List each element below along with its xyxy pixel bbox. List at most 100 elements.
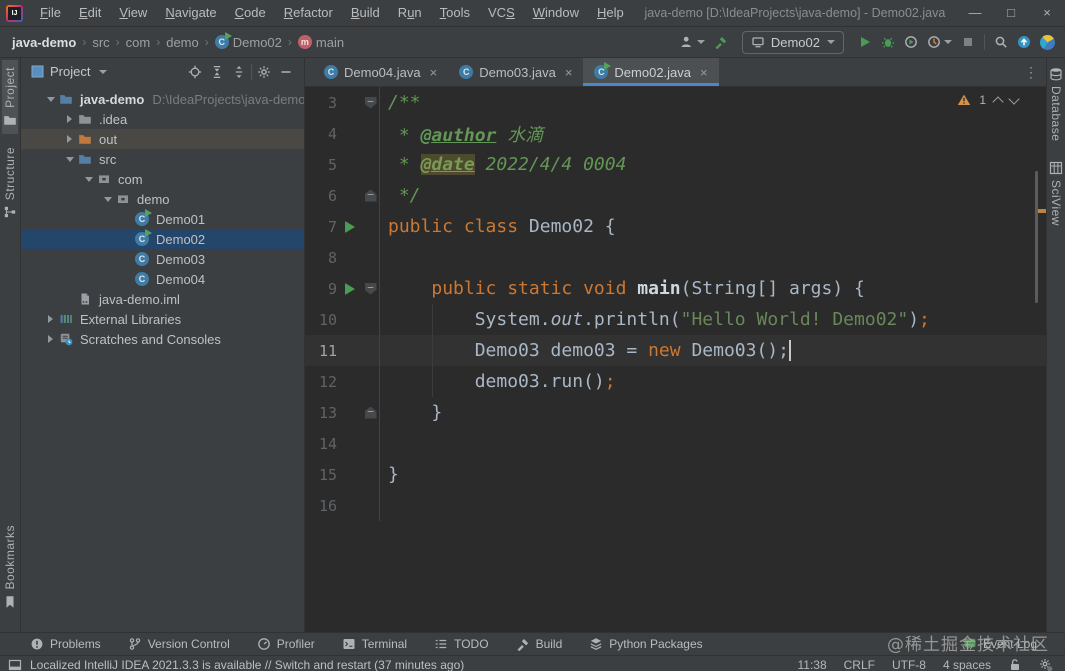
line-number[interactable]: 13 <box>305 404 337 422</box>
toolwindow-python-packages[interactable]: Python Packages <box>589 637 703 651</box>
project-panel-title[interactable]: Project <box>50 64 90 79</box>
run-gutter-icon[interactable] <box>337 220 362 233</box>
unlock-icon[interactable] <box>1008 658 1022 671</box>
menu-window[interactable]: Window <box>524 0 588 26</box>
locate-button[interactable] <box>185 62 205 82</box>
minus-button[interactable] <box>276 62 296 82</box>
breadcrumb-item-src[interactable]: src <box>92 35 109 50</box>
menu-navigate[interactable]: Navigate <box>156 0 225 26</box>
toolwindow-build[interactable]: Build <box>516 637 562 651</box>
editor-line-7[interactable]: 7 public class Demo02 { <box>305 211 1046 242</box>
fold-open-icon[interactable]: − <box>362 282 379 295</box>
toolbox-button[interactable] <box>1040 34 1055 50</box>
line-number[interactable]: 3 <box>305 94 337 112</box>
toolwindow-profiler[interactable]: Profiler <box>257 637 315 651</box>
line-number[interactable]: 12 <box>305 373 337 391</box>
update-button[interactable] <box>1017 35 1031 49</box>
menu-help[interactable]: Help <box>588 0 633 26</box>
run-config-selector[interactable]: Demo02 <box>741 30 844 54</box>
encoding-selector[interactable]: UTF-8 <box>892 658 926 671</box>
next-problem-icon[interactable] <box>1008 92 1020 105</box>
stripe-tab-project[interactable]: Project <box>2 60 18 134</box>
menu-tools[interactable]: Tools <box>431 0 479 26</box>
coverage-button[interactable] <box>904 35 918 49</box>
indent-selector[interactable]: 4 spaces <box>943 658 991 671</box>
more-tabs-icon[interactable]: ⋮ <box>1024 58 1038 86</box>
line-number[interactable]: 8 <box>305 249 337 267</box>
fold-end-icon[interactable]: − <box>362 406 379 419</box>
editor-line-13[interactable]: 13 − } <box>305 397 1046 428</box>
breadcrumb-item-java-demo[interactable]: java-demo <box>12 35 76 50</box>
tree-item-demo03[interactable]: C Demo03 <box>21 249 304 269</box>
menu-view[interactable]: View <box>110 0 156 26</box>
line-number[interactable]: 14 <box>305 435 337 453</box>
close-icon[interactable]: × <box>430 65 438 80</box>
chevron-down-icon[interactable] <box>99 69 108 74</box>
editor-line-3[interactable]: 3 −/** <box>305 87 1046 118</box>
tree-item-java-demo[interactable]: java-demo D:\IdeaProjects\java-demo <box>21 89 304 109</box>
close-icon[interactable]: × <box>700 65 708 80</box>
menu-edit[interactable]: Edit <box>70 0 110 26</box>
line-number[interactable]: 16 <box>305 497 337 515</box>
fold-open-icon[interactable]: − <box>362 96 379 109</box>
debug-button[interactable] <box>881 35 895 49</box>
breadcrumb-item-demo02[interactable]: C Demo02 <box>214 32 282 50</box>
minimize-button[interactable]: — <box>957 0 993 26</box>
chevron-open-icon[interactable] <box>43 96 58 102</box>
expand-all-button[interactable] <box>207 62 227 82</box>
chevron-closed-icon[interactable] <box>43 335 58 343</box>
line-number[interactable]: 10 <box>305 311 337 329</box>
close-icon[interactable]: × <box>565 65 573 80</box>
tree-item-demo01[interactable]: C Demo01 <box>21 209 304 229</box>
inspection-widget[interactable]: 1 <box>957 92 1020 108</box>
stripe-tab-bookmarks[interactable]: Bookmarks <box>2 518 18 616</box>
editor-line-5[interactable]: 5 * @date 2022/4/4 0004 <box>305 149 1046 180</box>
stop-button[interactable] <box>961 35 975 49</box>
line-number[interactable]: 6 <box>305 187 337 205</box>
tool-windows-toggle-icon[interactable] <box>8 658 22 671</box>
chevron-closed-icon[interactable] <box>43 315 58 323</box>
editor-scrollbar[interactable] <box>1035 171 1038 303</box>
menu-build[interactable]: Build <box>342 0 389 26</box>
toolwindow-todo[interactable]: TODO <box>434 637 489 651</box>
editor-line-4[interactable]: 4 * @author 水滴 <box>305 118 1046 149</box>
line-number[interactable]: 11 <box>305 342 337 360</box>
chevron-closed-icon[interactable] <box>62 115 77 123</box>
editor-line-8[interactable]: 8 <box>305 242 1046 273</box>
user-button[interactable] <box>680 35 705 49</box>
editor-line-15[interactable]: 15} <box>305 459 1046 490</box>
toolwindow-version-control[interactable]: Version Control <box>128 637 230 651</box>
line-number[interactable]: 4 <box>305 125 337 143</box>
breadcrumb-item-com[interactable]: com <box>126 35 151 50</box>
chevron-open-icon[interactable] <box>81 176 96 182</box>
tree-item-java-demo.iml[interactable]: java-demo.iml <box>21 289 304 309</box>
event-log-button[interactable]: Event Log <box>963 637 1037 651</box>
profiler-button[interactable] <box>927 35 952 49</box>
line-ending-selector[interactable]: CRLF <box>844 658 875 671</box>
tree-item-demo[interactable]: demo <box>21 189 304 209</box>
editor-line-10[interactable]: 10 System.out.println("Hello World! Demo… <box>305 304 1046 335</box>
menu-run[interactable]: Run <box>389 0 431 26</box>
chevron-closed-icon[interactable] <box>62 135 77 143</box>
menu-refactor[interactable]: Refactor <box>275 0 342 26</box>
run-gutter-icon[interactable] <box>337 282 362 295</box>
fold-end-icon[interactable]: − <box>362 189 379 202</box>
chevron-open-icon[interactable] <box>62 156 77 162</box>
collapse-all-button[interactable] <box>229 62 249 82</box>
toolwindow-terminal[interactable]: Terminal <box>342 637 407 651</box>
tree-item-scratches-and-consoles[interactable]: Scratches and Consoles <box>21 329 304 349</box>
gear-icon[interactable] <box>1039 658 1053 671</box>
tree-item-demo02[interactable]: C Demo02 <box>21 229 304 249</box>
maximize-button[interactable]: □ <box>993 0 1029 26</box>
menu-vcs[interactable]: VCS <box>479 0 524 26</box>
chevron-open-icon[interactable] <box>100 196 115 202</box>
stripe-tab-structure[interactable]: Structure <box>2 140 18 226</box>
stripe-tab-sciview[interactable]: SciView <box>1048 154 1064 233</box>
line-number[interactable]: 15 <box>305 466 337 484</box>
breadcrumb-item-main[interactable]: m main <box>297 35 344 50</box>
close-button[interactable]: × <box>1029 0 1065 26</box>
menu-file[interactable]: File <box>31 0 70 26</box>
run-button[interactable] <box>858 35 872 49</box>
tree-item-src[interactable]: src <box>21 149 304 169</box>
editor-line-16[interactable]: 16 <box>305 490 1046 521</box>
